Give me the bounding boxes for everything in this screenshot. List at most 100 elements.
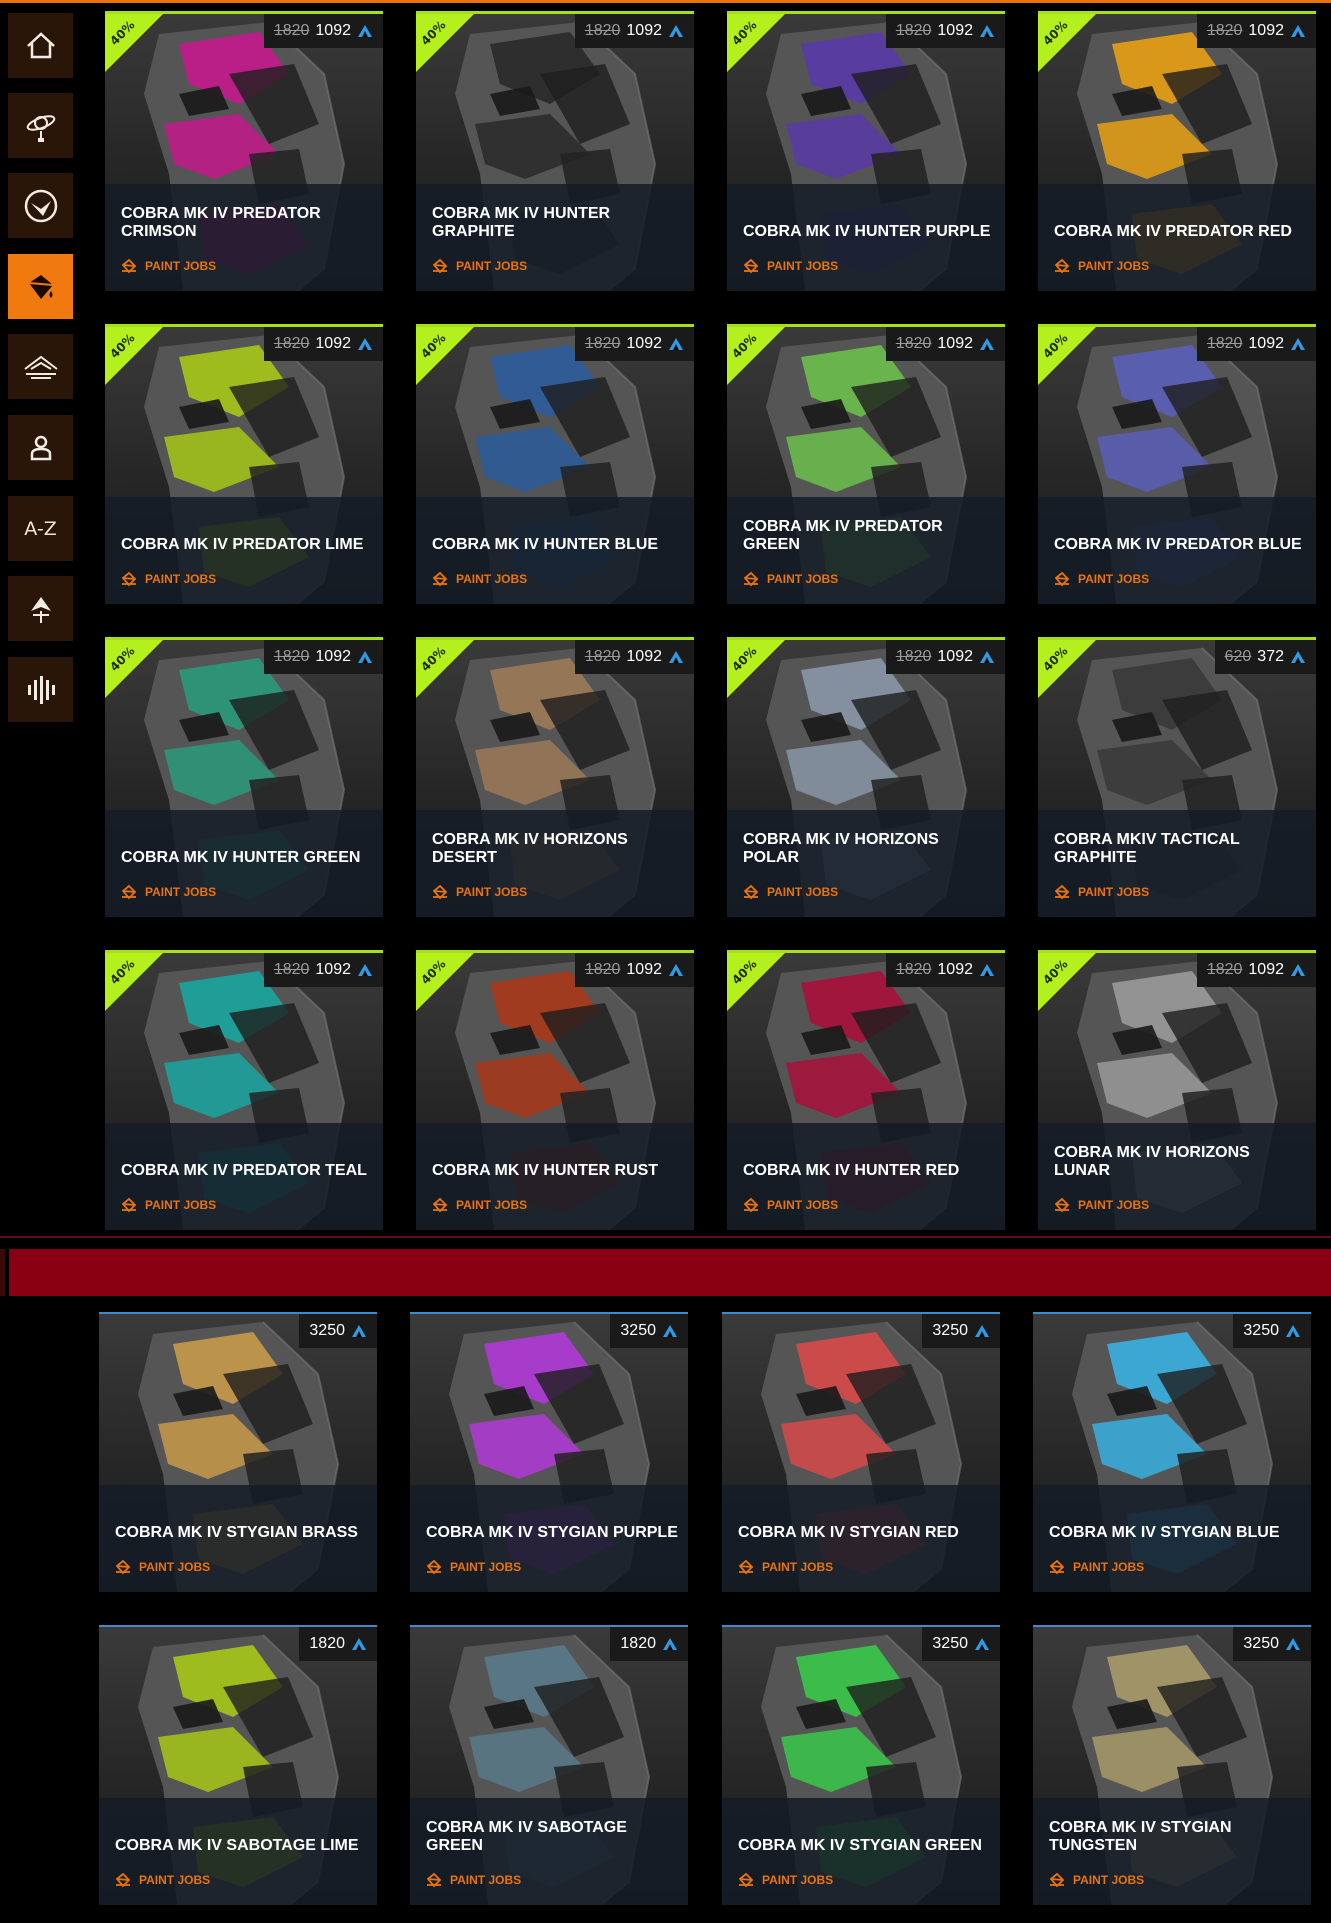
sidebar-item-ship-kit[interactable] — [8, 576, 73, 641]
audio-bars-icon — [27, 675, 55, 704]
original-price: 620 — [1224, 648, 1252, 665]
price-tag: 3250 — [1233, 1627, 1311, 1661]
card-info-panel: COBRA MK IV PREDATOR TEAL PAINT JOBS — [105, 1123, 383, 1230]
category-label[interactable]: PAINT JOBS — [115, 1559, 210, 1575]
sidebar-item-commander[interactable] — [8, 415, 73, 480]
category-label[interactable]: PAINT JOBS — [432, 258, 527, 274]
arx-currency-icon — [980, 964, 994, 976]
card-info-panel: COBRA MK IV STYGIAN RED PAINT JOBS — [722, 1485, 1000, 1592]
category-label[interactable]: PAINT JOBS — [432, 884, 527, 900]
category-label[interactable]: PAINT JOBS — [743, 258, 838, 274]
category-label[interactable]: PAINT JOBS — [743, 1197, 838, 1213]
product-card-5[interactable]: 1820 COBRA MK IV SABOTAGE LIME PAINT JOB… — [99, 1625, 377, 1905]
sidebar-item-paint[interactable] — [8, 254, 73, 319]
category-label[interactable]: PAINT JOBS — [432, 1197, 527, 1213]
paint-bucket-icon — [1054, 571, 1070, 587]
sidebar-item-ships[interactable] — [8, 93, 73, 158]
category-label[interactable]: PAINT JOBS — [743, 884, 838, 900]
product-card-14[interactable]: 40% 1820 1092 COBRA MK IV HUNTER RUST PA… — [416, 950, 694, 1230]
card-info-panel: COBRA MK IV PREDATOR RED PAINT JOBS — [1038, 184, 1316, 291]
paint-bucket-icon — [738, 1872, 754, 1888]
original-price: 1820 — [584, 648, 621, 665]
original-price: 1820 — [895, 335, 932, 352]
product-card-3[interactable]: 40% 1820 1092 COBRA MK IV HUNTER PURPLE … — [727, 11, 1005, 291]
category-label[interactable]: PAINT JOBS — [738, 1872, 833, 1888]
category-label[interactable]: PAINT JOBS — [1054, 884, 1149, 900]
product-card-1[interactable]: 40% 1820 1092 COBRA MK IV PREDATOR CRIMS… — [105, 11, 383, 291]
current-price: 1820 — [620, 1635, 656, 1652]
category-label[interactable]: PAINT JOBS — [121, 571, 216, 587]
sidebar-item-az[interactable]: A-Z — [8, 496, 73, 561]
paint-bucket-icon — [432, 884, 448, 900]
current-price: 1092 — [626, 961, 662, 978]
sidebar-item-emblem[interactable] — [8, 173, 73, 238]
product-title: COBRA MK IV STYGIAN PURPLE — [426, 1524, 678, 1541]
category-label[interactable]: PAINT JOBS — [121, 884, 216, 900]
product-title: COBRA MK IV PREDATOR GREEN — [743, 518, 943, 553]
category-label[interactable]: PAINT JOBS — [121, 258, 216, 274]
product-card-13[interactable]: 40% 1820 1092 COBRA MK IV PREDATOR TEAL … — [105, 950, 383, 1230]
category-label[interactable]: PAINT JOBS — [121, 1197, 216, 1213]
card-info-panel: COBRA MKIV TACTICAL GRAPHITE PAINT JOBS — [1038, 810, 1316, 917]
sidebar-item-hangar[interactable] — [8, 334, 73, 399]
product-card-10[interactable]: 40% 1820 1092 COBRA MK IV HORIZONS DESER… — [416, 637, 694, 917]
product-card-4[interactable]: 40% 1820 1092 COBRA MK IV PREDATOR RED P… — [1038, 11, 1316, 291]
product-card-11[interactable]: 40% 1820 1092 COBRA MK IV HORIZONS POLAR… — [727, 637, 1005, 917]
user-icon — [30, 435, 51, 460]
product-card-12[interactable]: 40% 620 372 COBRA MKIV TACTICAL GRAPHITE… — [1038, 637, 1316, 917]
category-label[interactable]: PAINT JOBS — [1049, 1559, 1144, 1575]
category-label[interactable]: PAINT JOBS — [1054, 258, 1149, 274]
sidebar-item-home[interactable] — [8, 13, 73, 78]
product-card-6[interactable]: 40% 1820 1092 COBRA MK IV HUNTER BLUE PA… — [416, 324, 694, 604]
original-price: 1820 — [273, 961, 310, 978]
category-text: PAINT JOBS — [450, 1873, 522, 1887]
arx-currency-icon — [669, 964, 683, 976]
category-label[interactable]: PAINT JOBS — [738, 1559, 833, 1575]
product-card-6[interactable]: 1820 COBRA MK IV SABOTAGE GREEN PAINT JO… — [410, 1625, 688, 1905]
category-text: PAINT JOBS — [1078, 259, 1150, 273]
product-card-7[interactable]: 3250 COBRA MK IV STYGIAN GREEN PAINT JOB… — [722, 1625, 1000, 1905]
category-label[interactable]: PAINT JOBS — [426, 1559, 521, 1575]
current-price: 3250 — [1243, 1635, 1279, 1652]
category-label[interactable]: PAINT JOBS — [432, 571, 527, 587]
price-tag: 1820 1092 — [885, 14, 1005, 48]
current-price: 1092 — [626, 335, 662, 352]
category-label[interactable]: PAINT JOBS — [743, 571, 838, 587]
paint-bucket-icon — [1054, 1197, 1070, 1213]
paint-bucket-icon — [121, 884, 137, 900]
current-price: 3250 — [309, 1322, 345, 1339]
product-card-2[interactable]: 40% 1820 1092 COBRA MK IV HUNTER GRAPHIT… — [416, 11, 694, 291]
product-card-8[interactable]: 3250 COBRA MK IV STYGIAN TUNGSTEN PAINT … — [1033, 1625, 1311, 1905]
product-card-15[interactable]: 40% 1820 1092 COBRA MK IV HUNTER RED PAI… — [727, 950, 1005, 1230]
category-label[interactable]: PAINT JOBS — [115, 1872, 210, 1888]
product-card-5[interactable]: 40% 1820 1092 COBRA MK IV PREDATOR LIME … — [105, 324, 383, 604]
product-card-7[interactable]: 40% 1820 1092 COBRA MK IV PREDATOR GREEN… — [727, 324, 1005, 604]
product-card-4[interactable]: 3250 COBRA MK IV STYGIAN BLUE PAINT JOBS — [1033, 1312, 1311, 1592]
paint-bucket-icon — [115, 1872, 131, 1888]
category-label[interactable]: PAINT JOBS — [1054, 571, 1149, 587]
product-card-1[interactable]: 3250 COBRA MK IV STYGIAN BRASS PAINT JOB… — [99, 1312, 377, 1592]
original-price: 1820 — [895, 648, 932, 665]
category-label[interactable]: PAINT JOBS — [426, 1872, 521, 1888]
arx-currency-icon — [1291, 338, 1305, 350]
category-label[interactable]: PAINT JOBS — [1049, 1872, 1144, 1888]
product-card-8[interactable]: 40% 1820 1092 COBRA MK IV PREDATOR BLUE … — [1038, 324, 1316, 604]
paint-bucket-icon — [1049, 1559, 1065, 1575]
price-tag: 1820 1092 — [1196, 953, 1316, 987]
arx-currency-icon — [663, 1325, 677, 1337]
category-label[interactable]: PAINT JOBS — [1054, 1197, 1149, 1213]
product-card-3[interactable]: 3250 COBRA MK IV STYGIAN RED PAINT JOBS — [722, 1312, 1000, 1592]
current-price: 3250 — [932, 1322, 968, 1339]
planet-icon — [26, 114, 55, 142]
product-card-2[interactable]: 3250 COBRA MK IV STYGIAN PURPLE PAINT JO… — [410, 1312, 688, 1592]
sidebar-item-audio[interactable] — [8, 657, 73, 722]
product-card-9[interactable]: 40% 1820 1092 COBRA MK IV HUNTER GREEN P… — [105, 637, 383, 917]
card-info-panel: COBRA MK IV PREDATOR CRIMSON PAINT JOBS — [105, 184, 383, 291]
product-card-16[interactable]: 40% 1820 1092 COBRA MK IV HORIZONS LUNAR… — [1038, 950, 1316, 1230]
original-price: 1820 — [584, 22, 621, 39]
product-title: COBRA MK IV SABOTAGE LIME — [115, 1837, 359, 1854]
paint-bucket-icon — [121, 1197, 137, 1213]
paint-bucket-icon — [432, 1197, 448, 1213]
top-accent-line — [0, 0, 1331, 3]
arx-currency-icon — [663, 1638, 677, 1650]
